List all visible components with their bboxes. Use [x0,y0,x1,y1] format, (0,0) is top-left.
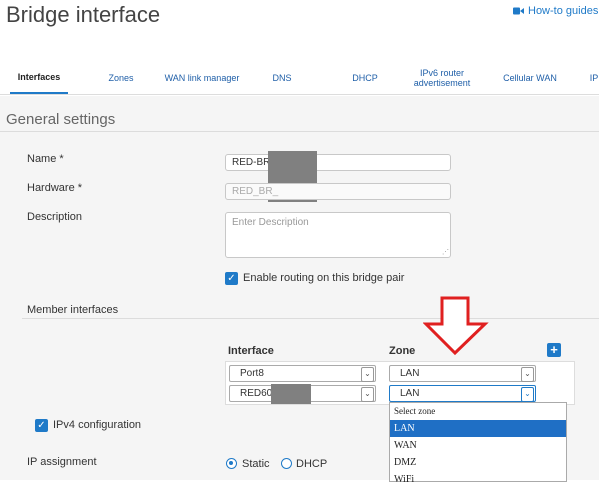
redaction-mask [271,384,311,404]
tab-zones[interactable]: Zones [96,64,146,94]
hardware-field: RED_BR_ [225,183,451,200]
dropdown-option[interactable]: WAN [390,437,566,454]
hardware-label: Hardware * [27,182,83,194]
how-to-guides-label: How-to guides [528,5,599,17]
general-settings-heading: General settings [6,111,116,128]
enable-routing-label: Enable routing on this bridge pair [243,272,405,284]
zone-column-header: Zone [389,345,416,357]
name-label: Name * [27,153,64,165]
ipv4-configuration-label: IPv4 configuration [53,419,142,431]
zone-select-open[interactable]: LAN ⌄ [389,385,536,402]
chevron-down-icon: ⌄ [361,367,374,382]
how-to-guides-link[interactable]: How-to guides [513,5,598,17]
static-label: Static [242,458,270,470]
chevron-down-icon: ⌄ [521,367,534,382]
page-title: Bridge interface [6,2,161,27]
chevron-down-icon: ⌄ [521,387,534,402]
hardware-value: RED_BR_ [232,186,279,197]
description-label: Description [27,211,83,223]
video-camera-icon [513,7,524,15]
ip-assignment-label: IP assignment [27,456,97,468]
zone-dropdown-list: Select zone LAN WAN DMZ WiFi [389,402,567,485]
dropdown-option[interactable]: Select zone [390,403,566,420]
tab-interfaces[interactable]: Interfaces [10,64,68,94]
tab-dns[interactable]: DNS [262,64,302,94]
name-field[interactable]: RED-BR- [225,154,451,171]
tab-dhcp[interactable]: DHCP [340,64,390,94]
interface-column-header: Interface [228,345,274,357]
add-member-plus-icon[interactable]: + [547,343,561,357]
tab-cellular-wan[interactable]: Cellular WAN [495,64,565,94]
dropdown-option[interactable]: DMZ [390,454,566,471]
dhcp-label: DHCP [296,458,328,470]
tab-bar: Interfaces Zones WAN link manager DNS DH… [0,64,599,95]
dhcp-radio[interactable] [281,458,292,469]
interface-select[interactable]: Port8 ⌄ [229,365,376,382]
dropdown-option-selected[interactable]: LAN [390,420,566,437]
zone-value: LAN [400,388,420,399]
member-interfaces-heading: Member interfaces [27,304,119,316]
enable-routing-checkbox[interactable]: ✓ [225,272,238,285]
tab-ip[interactable]: IP [584,64,599,94]
static-radio[interactable] [226,458,237,469]
interface-value: Port8 [240,368,264,379]
zone-value: LAN [400,368,420,379]
annotation-arrow-icon [423,296,489,356]
divider [0,131,599,132]
chevron-down-icon: ⌄ [361,387,374,402]
resize-handle-icon[interactable]: ⋰ [442,248,449,256]
description-field[interactable]: Enter Description [225,212,451,258]
tab-wan-link-manager[interactable]: WAN link manager [162,64,242,94]
zone-select[interactable]: LAN ⌄ [389,365,536,382]
ipv4-configuration-checkbox[interactable]: ✓ [35,419,48,432]
divider [22,318,599,319]
tab-ipv6-router-advertisement[interactable]: IPv6 router advertisement [404,64,480,94]
